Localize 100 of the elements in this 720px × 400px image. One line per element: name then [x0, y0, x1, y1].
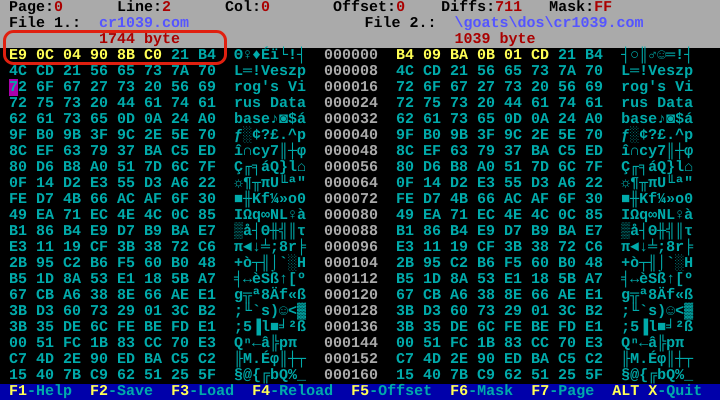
hex-byte: 25 — [558, 368, 576, 384]
ascii-text: ╟M.Éφ║┼┬ — [234, 352, 306, 368]
hex-byte: D7 — [117, 224, 135, 240]
ascii-text: L═!Veszp — [234, 64, 306, 80]
hex-byte: 37 — [504, 144, 522, 160]
hex-byte: B1 — [396, 224, 414, 240]
hex-byte: 61 — [36, 112, 54, 128]
ascii-text: Θ♀♦Éï└!┤ — [234, 48, 306, 64]
hex-byte: AF — [144, 192, 162, 208]
hex-byte: 55 — [504, 176, 522, 192]
hex-byte: 66 — [144, 288, 162, 304]
function-key[interactable]: F6-Mask — [450, 384, 514, 400]
ascii-text: Ç╓╕áQ}l⌂ — [621, 160, 694, 176]
hex-byte: 73 — [63, 112, 81, 128]
function-key[interactable]: F1-Help — [9, 384, 72, 400]
hex-byte: 49 — [396, 208, 414, 224]
hex-byte: 01 — [504, 48, 522, 64]
function-key[interactable]: ALT X-Quit — [612, 384, 702, 400]
hex-byte: 73 — [63, 96, 81, 112]
hex-byte: FD — [558, 320, 576, 336]
ascii-text: Qⁿ←â╠pπ — [234, 336, 298, 352]
function-key[interactable]: F2-Save — [90, 384, 154, 400]
hex-byte: B2 — [585, 304, 604, 320]
file-label: File 1.: — [9, 16, 82, 32]
hex-byte: CD — [423, 64, 442, 80]
status-label: Offset: — [333, 0, 396, 16]
hex-byte: CB — [423, 288, 442, 304]
offset-text: 000160 — [324, 368, 378, 384]
ascii-text: g╦ª8Äf«ß — [621, 288, 694, 304]
hex-byte: 4D — [423, 352, 442, 368]
hex-byte: EA — [423, 208, 442, 224]
hex-byte: B4 — [450, 224, 468, 240]
hex-byte: 4B — [63, 192, 81, 208]
function-key[interactable]: F4-Reload — [252, 384, 334, 400]
hex-byte: 6F — [558, 192, 576, 208]
hex-byte: 30 — [585, 192, 604, 208]
hex-byte: 71 — [63, 208, 81, 224]
status-value: 0 — [54, 0, 64, 16]
hex-byte: E7 — [198, 224, 216, 240]
hex-byte: 72 — [9, 96, 27, 112]
status-label: Col: — [225, 0, 262, 16]
hex-byte: AE — [558, 288, 576, 304]
hex-byte: 8A — [450, 272, 468, 288]
hex-byte: 19 — [450, 240, 468, 256]
hex-byte: CC — [144, 336, 162, 352]
hex-byte: 9F — [396, 128, 414, 144]
offset-text: 000096 — [324, 240, 378, 256]
ascii-text: π◄↓╧;8r╞ — [234, 240, 306, 256]
hex-byte: 22 — [585, 176, 604, 192]
hex-byte: 0F — [9, 176, 27, 192]
hex-byte: EF — [423, 144, 442, 160]
hex-byte: 56 — [477, 64, 496, 80]
hex-byte: B6 — [477, 256, 496, 272]
offset-text: 000064 — [324, 176, 378, 192]
hex-byte: FE — [396, 192, 414, 208]
hex-byte: 61 — [585, 96, 604, 112]
hex-byte: A0 — [90, 160, 108, 176]
hex-byte: 14 — [36, 176, 54, 192]
hex-byte: D7 — [504, 224, 522, 240]
hex-byte: E3 — [90, 176, 108, 192]
function-key[interactable]: F7-Page — [531, 384, 594, 400]
hex-byte: 27 — [90, 80, 108, 96]
offset-text: 000152 — [324, 352, 378, 368]
hex-byte: 75 — [36, 96, 54, 112]
hex-byte: A6 — [171, 176, 189, 192]
hex-byte: 24 — [558, 112, 576, 128]
function-key[interactable]: F3-Load — [171, 384, 234, 400]
hex-byte: ED — [585, 144, 604, 160]
hex-byte: B0 — [36, 128, 54, 144]
hex-byte: 86 — [36, 224, 54, 240]
hex-byte: A6 — [558, 176, 576, 192]
hex-byte: 38 — [90, 288, 108, 304]
hex-byte: E1 — [198, 288, 216, 304]
hex-byte: 73 — [144, 64, 162, 80]
hex-byte: 4B — [450, 192, 468, 208]
hex-byte: 6C — [558, 160, 576, 176]
hex-byte: 6C — [90, 320, 108, 336]
hex-byte: 67 — [396, 288, 414, 304]
hex-byte: 69 — [198, 80, 216, 96]
status-label: Diffs: — [441, 0, 496, 16]
hex-byte: 38 — [477, 288, 496, 304]
hex-byte: 4E — [117, 208, 135, 224]
hex-byte: ED — [117, 352, 135, 368]
hex-byte: 9B — [63, 128, 81, 144]
hex-byte: E3 — [585, 336, 604, 352]
hex-byte: 00 — [9, 336, 27, 352]
hex-byte: 35 — [36, 320, 54, 336]
hex-byte: CD — [531, 48, 550, 64]
hex-byte: 48 — [585, 256, 604, 272]
hex-byte: 5E — [171, 128, 189, 144]
hex-byte: 29 — [117, 304, 135, 320]
file-size: 1744 byte — [99, 32, 182, 48]
hex-byte: 44 — [117, 96, 135, 112]
hex-byte: 2B — [396, 256, 414, 272]
hex-byte: B9 — [144, 224, 162, 240]
function-key[interactable]: F5-Offset — [351, 384, 432, 400]
hex-byte: A7 — [585, 272, 604, 288]
hex-byte: BA — [144, 144, 162, 160]
hex-byte: 20 — [531, 80, 550, 96]
hex-byte: 01 — [531, 304, 550, 320]
